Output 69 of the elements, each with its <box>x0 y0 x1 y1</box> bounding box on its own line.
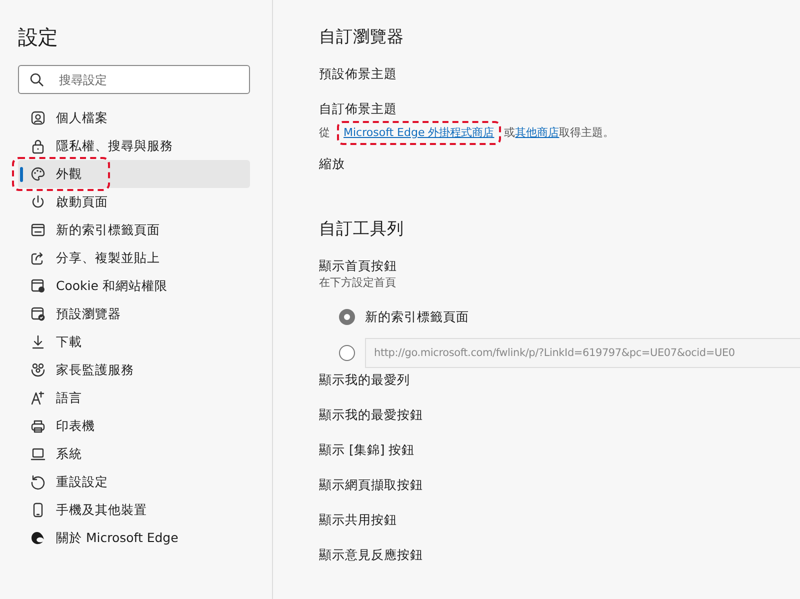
reset-icon <box>30 474 46 490</box>
palette-icon <box>30 166 46 182</box>
settings-title: 設定 <box>18 24 58 51</box>
setting-description: 從 Microsoft Edge 外掛程式商店 或其他商店取得主題。 <box>319 121 614 145</box>
setting-label: 縮放 <box>319 155 345 173</box>
sidebar-item[interactable]: 啟動頁面 <box>18 188 250 216</box>
lock-icon <box>30 138 46 154</box>
search-box[interactable]: 搜尋設定 <box>18 65 250 94</box>
sidebar-item[interactable]: 家長監護服務 <box>18 356 250 384</box>
sidebar-item-label: 系統 <box>56 446 82 462</box>
tab-page-icon <box>30 222 46 238</box>
profile-icon <box>30 110 46 126</box>
sidebar-item[interactable]: 關於 Microsoft Edge <box>18 524 250 552</box>
sidebar-item-label: 關於 Microsoft Edge <box>56 530 178 546</box>
sidebar-item[interactable]: 分享、複製並貼上 <box>18 244 250 272</box>
sidebar-item-label: 重設設定 <box>56 474 108 490</box>
search-icon <box>29 72 45 88</box>
sidebar-item-label: Cookie 和網站權限 <box>56 278 168 294</box>
sidebar-item-label: 新的索引標籤頁面 <box>56 222 160 238</box>
setting-label: 顯示 [集錦] 按鈕 <box>319 441 415 459</box>
sidebar-item[interactable]: 預設瀏覽器 <box>18 300 250 328</box>
setting-label: 顯示我的最愛列 <box>319 371 410 389</box>
sidebar-item-label: 手機及其他裝置 <box>56 502 147 518</box>
sidebar-item-label: 外觀 <box>56 166 82 182</box>
sidebar-item-label: 個人檔案 <box>56 110 108 126</box>
search-field[interactable]: 搜尋設定 <box>57 72 239 88</box>
family-icon <box>30 362 46 378</box>
sidebar-item-label: 預設瀏覽器 <box>56 306 121 322</box>
sidebar-item-label: 隱私權、搜尋與服務 <box>56 138 173 154</box>
cookie-window-icon <box>30 278 46 294</box>
power-icon <box>30 194 46 210</box>
sidebar-item-label: 家長監護服務 <box>56 362 134 378</box>
edge-logo-icon <box>30 530 46 546</box>
radio-button[interactable] <box>339 309 355 325</box>
sidebar-item[interactable]: 語言 <box>18 384 250 412</box>
radio-label: 新的索引標籤頁面 <box>365 308 469 326</box>
section-heading: 自訂工具列 <box>319 218 404 240</box>
sidebar-item[interactable]: 印表機 <box>18 412 250 440</box>
setting-label: 自訂佈景主題 <box>319 100 397 118</box>
sidebar-item-label: 印表機 <box>56 418 95 434</box>
setting-label: 顯示共用按鈕 <box>319 511 397 529</box>
sidebar-item[interactable]: 手機及其他裝置 <box>18 496 250 524</box>
sidebar-item[interactable]: 重設設定 <box>18 468 250 496</box>
setting-label: 顯示意見反應按鈕 <box>319 546 423 564</box>
radio-button[interactable] <box>339 345 355 361</box>
setting-label: 預設佈景主題 <box>319 65 397 83</box>
sidebar-item-label: 語言 <box>56 390 82 406</box>
section-heading: 自訂瀏覽器 <box>319 26 404 48</box>
sidebar-item[interactable]: 新的索引標籤頁面 <box>18 216 250 244</box>
sidebar-item-label: 分享、複製並貼上 <box>56 250 160 266</box>
sidebar-item-label: 啟動頁面 <box>56 194 108 210</box>
sidebar-item-label: 下載 <box>56 334 82 350</box>
setting-label: 顯示網頁擷取按鈕 <box>319 476 423 494</box>
language-icon <box>30 390 46 406</box>
download-icon <box>30 334 46 350</box>
setting-label: 顯示我的最愛按鈕 <box>319 406 423 424</box>
link[interactable]: 其他商店 <box>515 126 560 139</box>
browser-check-icon <box>30 306 46 322</box>
sidebar-item[interactable]: 系統 <box>18 440 250 468</box>
sidebar-item[interactable]: 隱私權、搜尋與服務 <box>18 132 250 160</box>
sidebar-item[interactable]: Cookie 和網站權限 <box>18 272 250 300</box>
setting-note: 在下方設定首頁 <box>319 275 396 291</box>
printer-icon <box>30 418 46 434</box>
sidebar-item[interactable]: 個人檔案 <box>18 104 250 132</box>
link[interactable]: Microsoft Edge 外掛程式商店 <box>336 121 502 145</box>
setting-label: 顯示首頁按鈕 <box>319 257 397 275</box>
laptop-icon <box>30 446 46 462</box>
selection-indicator <box>20 167 23 182</box>
sidebar-item[interactable]: 下載 <box>18 328 250 356</box>
